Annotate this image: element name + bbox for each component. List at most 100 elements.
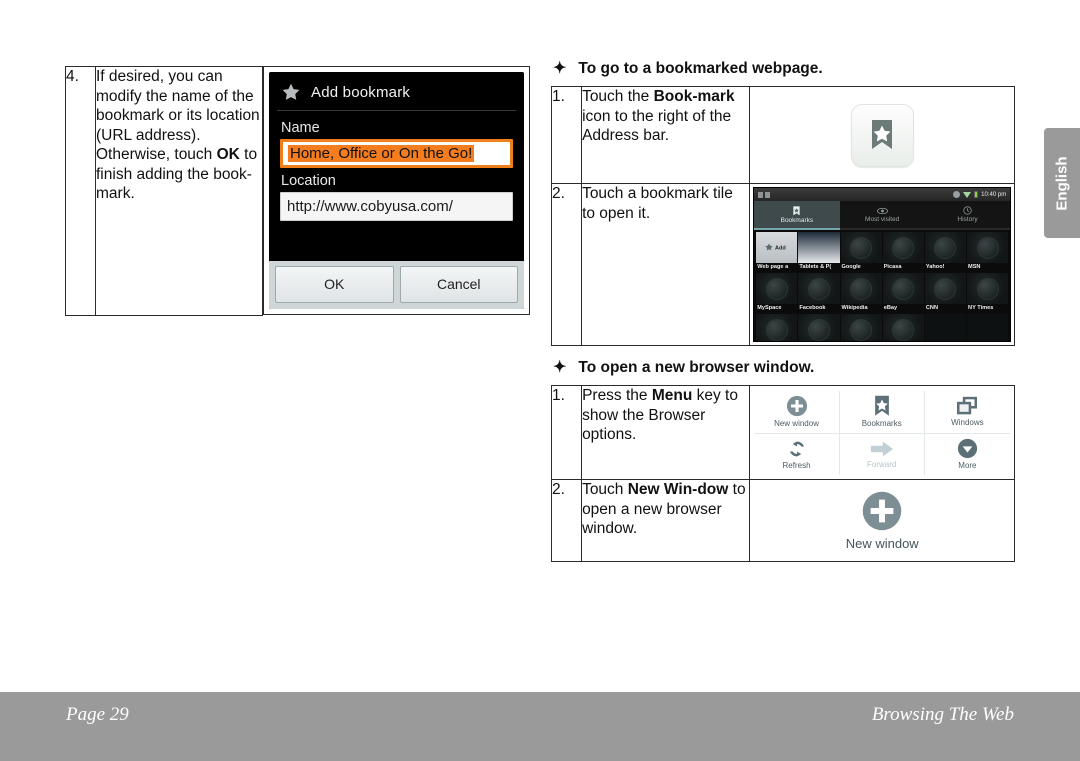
- menu-item-label: Bookmarks: [861, 419, 902, 428]
- tab-most-visited[interactable]: Most visited: [839, 201, 925, 230]
- bookmark-tile[interactable]: Google: [840, 232, 882, 272]
- bookmark-tile[interactable]: Wikipedia: [840, 273, 882, 313]
- new-window-figure-cell: New window: [749, 479, 1015, 562]
- bullet-icon: ✦: [553, 60, 567, 77]
- globe-icon: [976, 236, 999, 259]
- bookmark-tile-grid: Add Web page a Tablets & P( Google Picas…: [754, 230, 1010, 341]
- bookmark-tile-partial[interactable]: [840, 314, 882, 341]
- globe-icon: [976, 277, 999, 300]
- bookmark-tile[interactable]: Picasa: [882, 232, 924, 272]
- cancel-button[interactable]: Cancel: [399, 266, 518, 303]
- menu-item-bookmarks[interactable]: Bookmarks: [839, 391, 925, 434]
- step-text: Touch New Win-dow to open a new browser …: [581, 479, 751, 562]
- menu-item-forward[interactable]: Forward: [840, 434, 925, 475]
- tile-thumbnail: [756, 273, 798, 304]
- step-text-part: Touch: [582, 481, 628, 498]
- step-text-part: icon to the right of the Address bar.: [582, 107, 732, 145]
- step-number: 1.: [550, 86, 583, 184]
- step-text: Press the Menu key to show the Browser o…: [581, 385, 751, 480]
- ok-button[interactable]: OK: [275, 266, 394, 303]
- android-bookmarks-screenshot: 10:40 pm Bookmarks Most visited History …: [753, 187, 1012, 342]
- network-icon: [953, 191, 961, 198]
- bookmark-tile[interactable]: Add Web page a: [756, 232, 798, 272]
- step-text-bold: OK: [216, 146, 240, 163]
- globe-icon: [807, 318, 830, 341]
- bookmark-tile[interactable]: Facebook: [798, 273, 840, 313]
- bookmark-tile-partial[interactable]: [967, 314, 1009, 341]
- bookmark-tile[interactable]: Tablets & P(: [798, 232, 840, 272]
- bookmark-star-icon: [872, 120, 893, 149]
- language-side-tab[interactable]: English: [1044, 128, 1080, 238]
- instruction-table-step4: 4. If desired, you can modify the name o…: [65, 66, 263, 316]
- wifi-icon: [963, 191, 972, 198]
- menu-item-refresh[interactable]: Refresh: [754, 434, 840, 475]
- battery-icon: [974, 191, 979, 198]
- step-text-part: Press the: [582, 387, 652, 404]
- tile-thumbnail: [967, 314, 1009, 341]
- table-row: 1. Press the Menu key to show the Browse…: [550, 385, 1015, 480]
- tab-bookmarks[interactable]: Bookmarks: [754, 201, 840, 230]
- tile-thumbnail: [882, 314, 924, 341]
- tab-history[interactable]: History: [924, 201, 1011, 230]
- step-number: 2.: [550, 479, 583, 562]
- bookmark-star-icon: [874, 395, 889, 416]
- section-heading-text: To go to a bookmarked webpage.: [578, 60, 823, 77]
- step-text-bold: Menu: [651, 387, 693, 404]
- lock-icon: [764, 191, 770, 198]
- plus-circle-icon: [786, 395, 807, 417]
- tile-thumbnail: [840, 273, 882, 304]
- arrow-right-icon: [870, 441, 893, 456]
- tile-thumbnail: Add: [756, 232, 798, 263]
- step-text: Touch a bookmark tile to open it.: [581, 183, 751, 346]
- globe-icon: [934, 277, 957, 300]
- menu-item-windows[interactable]: Windows: [924, 391, 1010, 434]
- usb-icon: [758, 191, 764, 198]
- tile-thumbnail: [798, 273, 840, 304]
- globe-icon: [850, 318, 873, 341]
- bullet-icon: ✦: [553, 359, 567, 376]
- menu-item-more[interactable]: More: [925, 434, 1010, 475]
- section-heading-text: To open a new browser window.: [578, 359, 815, 376]
- bookmark-tile[interactable]: MSN: [967, 232, 1009, 272]
- add-bookmark-dialog: Add bookmark Name Home, Office or On the…: [269, 72, 524, 309]
- tile-thumbnail: [882, 232, 924, 263]
- tile-label: Tablets & P(: [799, 264, 832, 270]
- section-heading-newwindow: ✦ To open a new browser window.: [553, 359, 1015, 377]
- add-bookmark-dialog-figure: Add bookmark Name Home, Office or On the…: [263, 66, 530, 315]
- bookmark-button[interactable]: [850, 103, 914, 167]
- globe-icon: [850, 277, 873, 300]
- android-status-bar: 10:40 pm: [754, 188, 1011, 201]
- globe-icon: [850, 236, 873, 259]
- tile-thumbnail: [798, 314, 840, 341]
- bookmark-tile-partial[interactable]: [882, 314, 924, 341]
- bookmark-tile-partial[interactable]: [924, 314, 967, 341]
- bookmark-tile[interactable]: eBay: [882, 273, 924, 313]
- tile-label: eBay: [883, 305, 898, 311]
- bookmark-icon-figure-cell: [749, 86, 1015, 184]
- step-number: 4.: [65, 66, 96, 316]
- bookmarks-screen-figure-cell: 10:40 pm Bookmarks Most visited History …: [749, 183, 1015, 346]
- location-input[interactable]: http://www.cobyusa.com/: [280, 192, 513, 221]
- name-input[interactable]: Home, Office or On the Go!: [280, 139, 513, 168]
- language-side-tab-label: English: [1053, 155, 1071, 211]
- bookmark-tile-partial[interactable]: [798, 314, 840, 341]
- new-window-label: New window: [845, 536, 919, 551]
- star-icon: [281, 82, 301, 102]
- table-row: 2. Touch New Win-dow to open a new brows…: [550, 479, 1015, 562]
- menu-item-new-window[interactable]: New window: [754, 391, 840, 434]
- step-text: If desired, you can modify the name of t…: [95, 66, 263, 316]
- tile-thumbnail: [924, 273, 967, 304]
- bookmark-tile[interactable]: CNN: [924, 273, 967, 313]
- step-text-bold: New Win-dow: [627, 481, 729, 498]
- tile-label: Web page a: [757, 264, 789, 270]
- status-clock: 10:40 pm: [981, 191, 1007, 198]
- page-number: Page 29: [66, 704, 129, 725]
- svg-text:Add: Add: [775, 246, 786, 252]
- left-content-block: 4. If desired, you can modify the name o…: [65, 66, 530, 316]
- bookmark-tile[interactable]: Yahoo!: [924, 232, 967, 272]
- globe-icon: [934, 236, 957, 259]
- bookmark-tile-partial[interactable]: [756, 314, 798, 341]
- tab-label: Bookmarks: [780, 216, 814, 224]
- bookmark-tile[interactable]: NY Times: [967, 273, 1009, 313]
- bookmark-tile[interactable]: MySpace: [756, 273, 798, 313]
